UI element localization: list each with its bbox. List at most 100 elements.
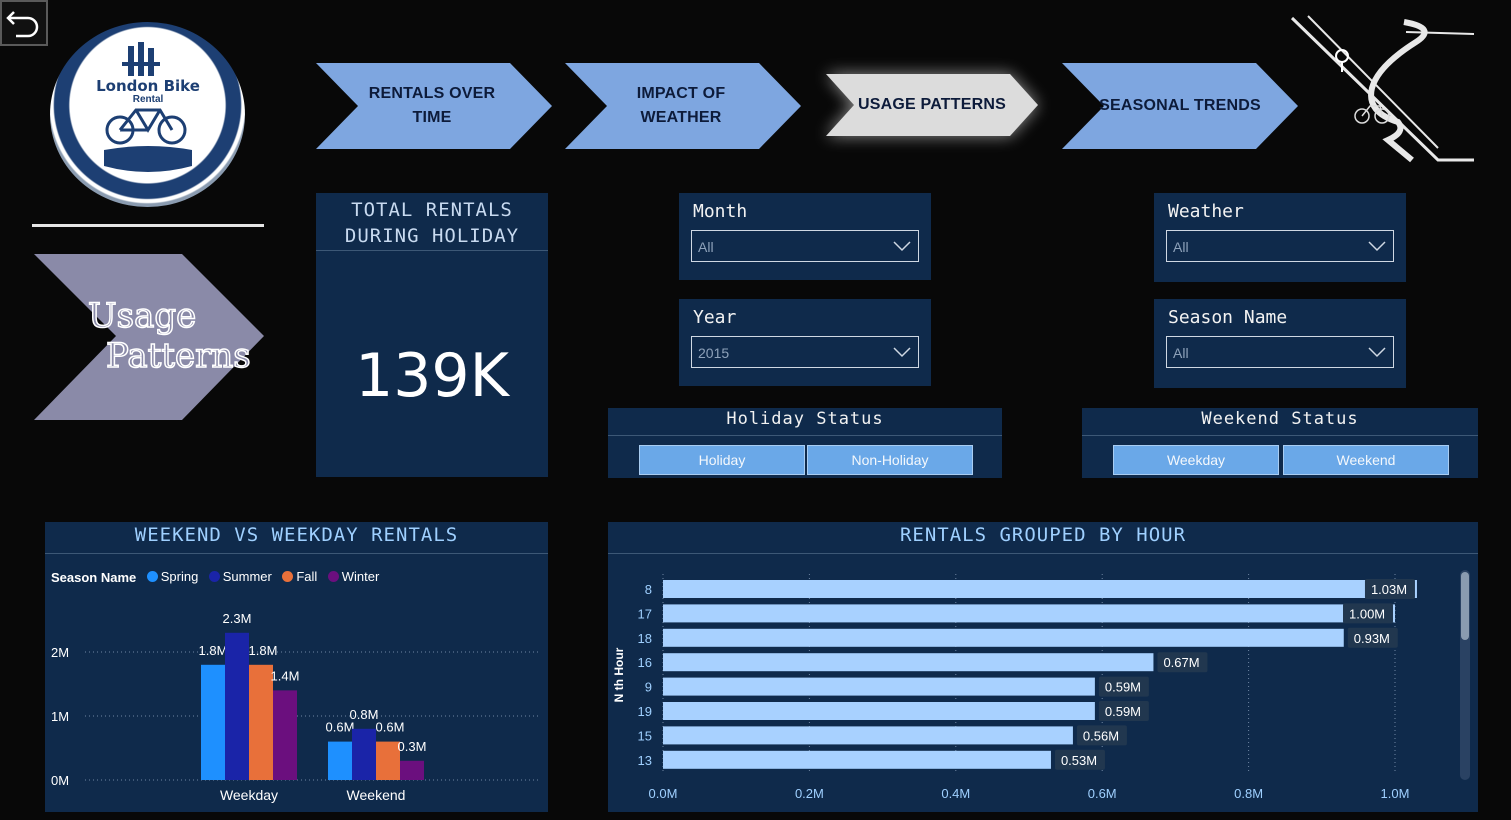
non-holiday-button[interactable]: Non-Holiday bbox=[807, 445, 973, 475]
y-tick-label: 1M bbox=[51, 709, 69, 724]
bar-data-label: 0.8M bbox=[350, 707, 379, 722]
bar-winter-weekday bbox=[273, 690, 297, 780]
month-dropdown-value: All bbox=[698, 239, 714, 255]
x-tick-label: 0.2M bbox=[795, 786, 824, 801]
x-tick-label: 0.4M bbox=[941, 786, 970, 801]
hour-data-label: 0.56M bbox=[1083, 728, 1119, 743]
weather-dropdown-value: All bbox=[1173, 239, 1189, 255]
holiday-status-label: Holiday Status bbox=[726, 409, 884, 429]
x-category-label: Weekend bbox=[347, 787, 406, 803]
bar-data-label: 2.3M bbox=[223, 611, 252, 626]
season-dropdown-value: All bbox=[1173, 345, 1189, 361]
bar-spring-weekend bbox=[328, 741, 352, 780]
x-tick-label: 0.6M bbox=[1088, 786, 1117, 801]
chevron-down-icon bbox=[1368, 241, 1386, 252]
holiday-rule bbox=[608, 435, 1002, 436]
chevron-down-icon bbox=[893, 347, 911, 358]
page-badge-text: Usage Patterns bbox=[87, 295, 258, 377]
nav-label-1a: RENTALS OVER bbox=[368, 85, 496, 102]
kpi-title-rule bbox=[316, 250, 548, 251]
kpi-title-line1: TOTAL RENTALS bbox=[351, 199, 513, 221]
weekday-button[interactable]: Weekday bbox=[1113, 445, 1279, 475]
bar-data-label: 0.3M bbox=[398, 739, 427, 754]
chart2-scrollbar[interactable] bbox=[1460, 570, 1470, 780]
logo-title: London Bike bbox=[96, 77, 200, 95]
weather-slicer-label: Weather bbox=[1168, 201, 1244, 222]
weekend-status-label: Weekend Status bbox=[1201, 409, 1359, 429]
y-tick-label: 17 bbox=[638, 606, 652, 621]
y-tick-label: 15 bbox=[638, 728, 652, 743]
nav-usage-patterns[interactable]: USAGE PATTERNS bbox=[826, 74, 1038, 136]
year-dropdown-value: 2015 bbox=[698, 345, 730, 361]
x-category-label: Weekday bbox=[220, 787, 278, 803]
hour-data-label: 0.93M bbox=[1354, 631, 1390, 646]
year-slicer: Year 2015 bbox=[679, 299, 931, 386]
chevron-down-icon bbox=[893, 241, 911, 252]
nav-label-1b: TIME bbox=[412, 109, 452, 126]
weekend-status-slicer: Weekend Status Weekday Weekend bbox=[1082, 408, 1478, 478]
kpi-value: 139K bbox=[355, 341, 509, 411]
hour-bar-8 bbox=[663, 580, 1417, 598]
weekend-button[interactable]: Weekend bbox=[1283, 445, 1449, 475]
bar-spring-weekday bbox=[201, 664, 225, 780]
y-tick-label: 18 bbox=[638, 631, 652, 646]
chevron-down-icon bbox=[1368, 347, 1386, 358]
hour-data-label: 1.03M bbox=[1371, 582, 1407, 597]
y-tick-label: 13 bbox=[638, 753, 652, 768]
nav-label-2a: IMPACT OF bbox=[636, 85, 726, 102]
year-dropdown[interactable]: 2015 bbox=[691, 336, 919, 368]
season-dropdown[interactable]: All bbox=[1166, 336, 1394, 368]
holiday-button[interactable]: Holiday bbox=[639, 445, 805, 475]
nav-rentals-over-time[interactable]: RENTALS OVER TIME bbox=[316, 63, 552, 149]
month-slicer-label: Month bbox=[693, 201, 748, 222]
bar-fall-weekday bbox=[249, 664, 273, 780]
bar-data-label: 0.6M bbox=[376, 720, 405, 735]
nav-seasonal-trends[interactable]: SEASONAL TRENDS bbox=[1062, 63, 1298, 149]
bar-data-label: 1.4M bbox=[271, 668, 300, 683]
back-arrow-icon bbox=[6, 11, 39, 38]
season-slicer: Season Name All bbox=[1154, 299, 1406, 388]
hour-bar-19 bbox=[663, 702, 1095, 720]
kpi-title: TOTAL RENTALS DURING HOLIDAY bbox=[316, 197, 548, 249]
y-tick-label: 0M bbox=[51, 773, 69, 788]
season-slicer-label: Season Name bbox=[1168, 307, 1288, 328]
back-button[interactable] bbox=[0, 0, 48, 46]
weather-slicer: Weather All bbox=[1154, 193, 1406, 282]
month-slicer: Month All bbox=[679, 193, 931, 280]
bar-summer-weekday bbox=[225, 632, 249, 780]
weekend-rule bbox=[1082, 435, 1478, 436]
y-tick-label: 19 bbox=[638, 704, 652, 719]
bike-road-illustration bbox=[1290, 15, 1475, 163]
weekend-weekday-chart: WEEKEND VS WEEKDAY RENTALS Season Name S… bbox=[45, 522, 548, 812]
hour-data-label: 0.59M bbox=[1105, 704, 1141, 719]
y-tick-label: 9 bbox=[645, 680, 652, 695]
hour-bar-15 bbox=[663, 726, 1073, 745]
hour-data-label: 0.67M bbox=[1163, 655, 1199, 670]
holiday-status-slicer: Holiday Status Holiday Non-Holiday bbox=[608, 408, 1002, 478]
nav-label-2b: WEATHER bbox=[640, 109, 722, 126]
x-tick-label: 1.0M bbox=[1381, 786, 1410, 801]
page-badge-line2: Patterns bbox=[105, 335, 251, 377]
hour-bar-17 bbox=[663, 604, 1395, 623]
hour-data-label: 1.00M bbox=[1349, 606, 1385, 621]
hour-bar-13 bbox=[663, 750, 1051, 769]
y-tick-label: 16 bbox=[638, 655, 652, 670]
x-tick-label: 0.0M bbox=[649, 786, 678, 801]
chart2-scrollbar-thumb[interactable] bbox=[1461, 572, 1469, 640]
bar-data-label: 0.6M bbox=[326, 720, 355, 735]
nav-label-3: USAGE PATTERNS bbox=[858, 96, 1006, 113]
hour-data-label: 0.53M bbox=[1061, 753, 1097, 768]
divider bbox=[32, 224, 264, 227]
hour-bar-9 bbox=[663, 677, 1095, 696]
bar-fall-weekend bbox=[376, 741, 400, 780]
x-tick-label: 0.8M bbox=[1234, 786, 1263, 801]
y-tick-label: 8 bbox=[645, 582, 652, 597]
nav-impact-of-weather[interactable]: IMPACT OF WEATHER bbox=[565, 63, 801, 149]
kpi-title-line2: DURING HOLIDAY bbox=[344, 225, 520, 247]
nav-label-4: SEASONAL TRENDS bbox=[1099, 97, 1261, 114]
hour-data-label: 0.59M bbox=[1105, 680, 1141, 695]
weather-dropdown[interactable]: All bbox=[1166, 230, 1394, 262]
logo-subtitle: Rental bbox=[132, 94, 164, 105]
year-slicer-label: Year bbox=[693, 307, 737, 328]
month-dropdown[interactable]: All bbox=[691, 230, 919, 262]
